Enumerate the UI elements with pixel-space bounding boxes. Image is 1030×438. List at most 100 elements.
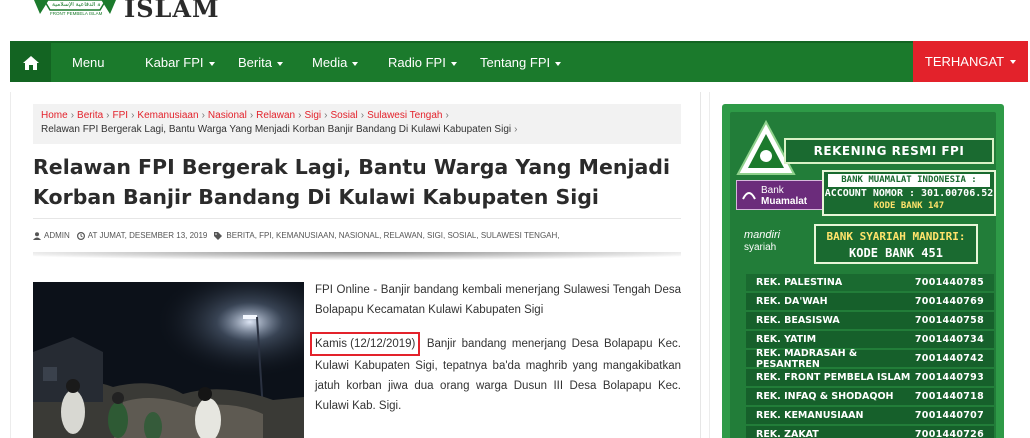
breadcrumb-kemanusiaan[interactable]: Kemanusiaan: [137, 110, 198, 121]
page-title: Relawan FPI Bergerak Lagi, Bantu Warga Y…: [33, 155, 671, 209]
breadcrumb-sep: ›: [106, 110, 110, 121]
rekening-number: 7001440769: [914, 296, 984, 307]
logo-latin: FRONT PEMBELA ISLAM: [50, 11, 103, 16]
rekening-row: REK. PALESTINA 7001440785: [746, 274, 994, 291]
logo-arabic: الجبهة الدفاعية الإسلامية: [52, 2, 100, 8]
rekening-number: 7001440785: [914, 277, 984, 288]
breadcrumb-sigi[interactable]: Sigi: [304, 110, 321, 121]
rekening-number: 7001440726: [914, 429, 984, 438]
breadcrumb: Home › Berita › FPI › Kemanusiaan › Nasional › Rel…: [33, 104, 681, 144]
rekening-row: REK. FRONT PEMBELA ISLAM 7001440793: [746, 369, 994, 386]
mandiri-label-2: syariah: [744, 242, 777, 253]
meta-date-label: AT JUMAT, DESEMBER 13, 2019: [87, 231, 208, 240]
article-paragraph: Kamis (12/12/2019) Banjir bandang menerj…: [310, 332, 681, 416]
rekening-name: REK. FRONT PEMBELA ISLAM: [756, 372, 911, 383]
rekening-name: REK. DA'WAH: [756, 296, 828, 307]
breadcrumb-sep: ›: [445, 110, 449, 121]
mandiri-line-1: BANK SYARIAH MANDIRI:: [826, 230, 966, 243]
nav-media[interactable]: Media: [312, 43, 359, 82]
rekening-name: REK. KEMANUSIAAN: [756, 410, 864, 421]
chevron-down-icon: [1010, 59, 1017, 64]
muamalat-line-2: ACCOUNT NOMOR : 301.00706.52: [824, 188, 994, 199]
breadcrumb-relawan[interactable]: Relawan: [256, 110, 295, 121]
nav-terhangat[interactable]: TERHANGAT: [913, 41, 1028, 82]
breadcrumb-home[interactable]: Home: [41, 110, 68, 121]
rekening-row: REK. KEMANUSIAAN 7001440707: [746, 407, 994, 424]
rekening-row: REK. MADRASAH & PESANTREN 7001440742: [746, 347, 994, 370]
breadcrumb-berita[interactable]: Berita: [77, 110, 103, 121]
nav-menu[interactable]: Menu: [72, 43, 105, 82]
clock-icon: [76, 231, 85, 240]
tags-icon: [214, 231, 223, 240]
muamalat-icon: [742, 192, 756, 200]
shadow-divider: [33, 252, 681, 266]
nav-media-label: Media: [312, 55, 348, 70]
nav-berita-label: Berita: [238, 55, 272, 70]
divider: [33, 218, 681, 219]
rekening-row: REK. YATIM 7001440734: [746, 331, 994, 348]
rekening-number: 7001440718: [914, 391, 984, 402]
highlighted-date: Kamis (12/12/2019): [310, 332, 421, 356]
rekening-list: REK. PALESTINA 7001440785 REK. DA'WAH 7001…: [746, 274, 994, 438]
mandiri-logo: mandiri syariah: [740, 228, 810, 258]
rekening-name: REK. YATIM: [756, 334, 817, 345]
article-photo[interactable]: [33, 282, 304, 438]
muamalat-account-box: BANK MUAMALAT INDONESIA : ACCOUNT NOMOR …: [822, 170, 996, 216]
rekening-title: REKENING RESMI FPI: [784, 138, 994, 164]
chevron-down-icon: [208, 61, 215, 66]
meta-tags[interactable]: BERITA, FPI, KEMANUSIAAN, NASIONAL, RELA…: [214, 231, 560, 240]
meta-author-label: ADMIN: [44, 231, 70, 240]
rekening-number: 7001440742: [914, 353, 984, 364]
column-divider: [700, 92, 701, 438]
chevron-down-icon: [555, 61, 562, 66]
mandiri-account-box: BANK SYARIAH MANDIRI: KODE BANK 451: [814, 224, 978, 264]
nav-tentang-fpi-label: Tentang FPI: [480, 55, 551, 70]
meta-tags-label[interactable]: BERITA, FPI, KEMANUSIAAN, NASIONAL, RELA…: [226, 231, 559, 240]
breadcrumb-nasional[interactable]: Nasional: [208, 110, 247, 121]
nav-home[interactable]: [10, 43, 51, 82]
nav-radio-fpi[interactable]: Radio FPI: [388, 43, 457, 82]
rekening-name: REK. ZAKAT: [756, 429, 819, 438]
breadcrumb-sulawesi-tengah[interactable]: Sulawesi Tengah: [367, 110, 442, 121]
breadcrumb-sep: ›: [514, 124, 518, 135]
article-paragraph: FPI Online - Banjir bandang kembali mene…: [315, 284, 681, 316]
breadcrumb-sep: ›: [131, 110, 135, 121]
rekening-name: REK. INFAQ & SHODAQOH: [756, 391, 894, 402]
mandiri-label-1: mandiri: [744, 229, 781, 241]
home-icon: [22, 55, 39, 70]
article-content: Home › Berita › FPI › Kemanusiaan › Nasional › Rel…: [10, 92, 710, 438]
rekening-row: REK. BEASISWA 7001440758: [746, 312, 994, 329]
article-body: FPI Online - Banjir bandang kembali mene…: [310, 280, 681, 428]
nav-kabar-fpi[interactable]: Kabar FPI: [145, 43, 215, 82]
breadcrumb-sep: ›: [201, 110, 205, 121]
main-nav: Menu Kabar FPI Berita Media Radio FPI Te…: [10, 41, 1028, 82]
post-meta: ADMIN AT JUMAT, DESEMBER 13, 2019 BERITA…: [33, 231, 681, 240]
chevron-down-icon: [450, 61, 457, 66]
chevron-down-icon: [276, 61, 283, 66]
breadcrumb-sep: ›: [249, 110, 254, 121]
chevron-down-icon: [352, 61, 359, 66]
breadcrumb-sep: ›: [360, 110, 365, 121]
rekening-row: REK. DA'WAH 7001440769: [746, 293, 994, 310]
rekening-row: REK. ZAKAT 7001440726: [746, 426, 994, 438]
site-logo[interactable]: الجبهة الدفاعية الإسلامية FRONT PEMBELA …: [30, 0, 120, 24]
muamalat-label-2: Muamalat: [761, 196, 808, 207]
breadcrumb-sep: ›: [70, 110, 75, 121]
meta-date: AT JUMAT, DESEMBER 13, 2019: [76, 231, 208, 240]
meta-author[interactable]: ADMIN: [33, 231, 70, 240]
muamalat-line-3: KODE BANK 147: [873, 201, 945, 211]
nav-berita[interactable]: Berita: [238, 43, 283, 82]
nav-tentang-fpi[interactable]: Tentang FPI: [480, 43, 562, 82]
rekening-name: REK. BEASISWA: [756, 315, 840, 326]
nav-radio-fpi-label: Radio FPI: [388, 55, 446, 70]
breadcrumb-sosial[interactable]: Sosial: [330, 110, 357, 121]
rekening-name: REK. PALESTINA: [756, 277, 843, 288]
rekening-number: 7001440734: [914, 334, 984, 345]
rekening-number: 7001440758: [914, 315, 984, 326]
rekening-number: 7001440707: [914, 410, 984, 421]
rekening-banner[interactable]: REKENING RESMI FPI Bank Muamalat BANK MU…: [722, 104, 1004, 438]
rekening-name: REK. MADRASAH & PESANTREN: [756, 347, 858, 370]
breadcrumb-fpi[interactable]: FPI: [113, 110, 129, 121]
breadcrumb-sep: ›: [324, 110, 328, 121]
rekening-number: 7001440793: [914, 372, 984, 383]
